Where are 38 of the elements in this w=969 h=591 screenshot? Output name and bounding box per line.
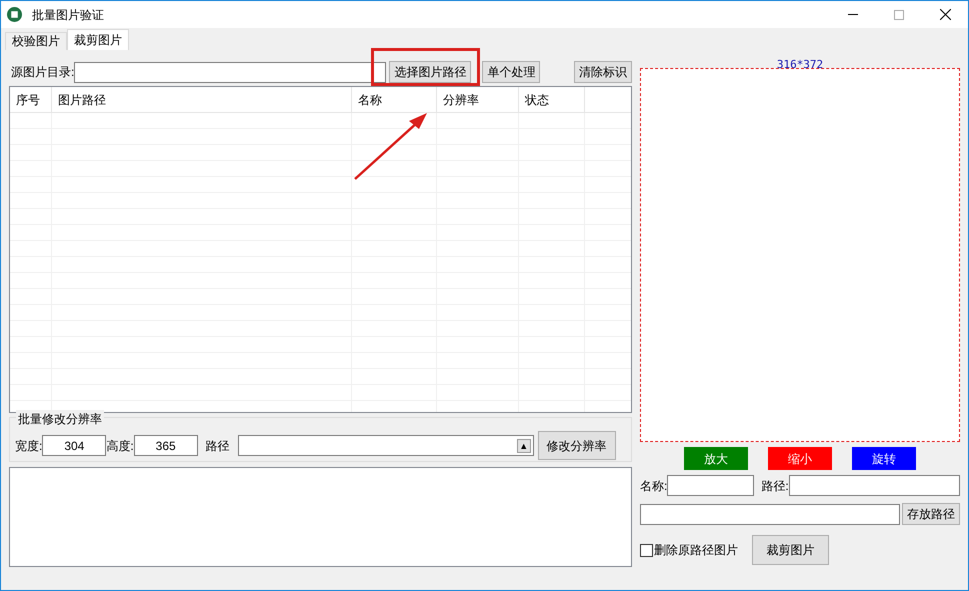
field-label: 宽度: xyxy=(15,438,42,454)
toolbar-button[interactable]: 单个处理 xyxy=(482,61,540,83)
path-field[interactable] xyxy=(788,475,960,496)
field-label: 高度: xyxy=(106,438,134,454)
field-label: 路径: xyxy=(761,478,789,494)
transform-button[interactable]: 放大 xyxy=(684,447,748,470)
toolbar-button[interactable]: 选择图片路径 xyxy=(389,61,472,83)
height-field[interactable]: 365 xyxy=(134,435,198,456)
tab[interactable]: 校验图片 xyxy=(5,32,67,50)
field-label: 名称: xyxy=(640,478,668,494)
column-header: 分辨率 xyxy=(437,87,519,112)
log-area[interactable] xyxy=(9,467,632,567)
resize-button[interactable]: 修改分辨率 xyxy=(538,431,616,460)
column-header: 状态 xyxy=(519,87,585,112)
directory-field[interactable] xyxy=(74,62,386,82)
crop-button[interactable]: 裁剪图片 xyxy=(752,535,829,565)
app-icon xyxy=(7,7,22,22)
field-label: 源图片目录: xyxy=(11,64,74,81)
save-path-field[interactable] xyxy=(640,504,900,524)
name-field[interactable] xyxy=(667,475,754,496)
image-size: 316*372 xyxy=(776,59,824,71)
checkbox-label: 删除原路径图片 xyxy=(654,542,738,559)
width-field[interactable]: 304 xyxy=(42,435,106,456)
column-header: 图片路径 xyxy=(52,87,352,112)
checkbox[interactable] xyxy=(640,544,653,556)
browse-button[interactable]: ▲ xyxy=(516,438,531,452)
column-header: 序号 xyxy=(10,87,52,112)
toolbar-button[interactable]: 清除标识 xyxy=(574,61,632,83)
group-title: 批量修改分辨率 xyxy=(16,410,104,428)
close-icon xyxy=(940,9,950,20)
transform-button[interactable]: 旋转 xyxy=(852,447,916,470)
window-title: 批量图片验证 xyxy=(32,6,104,24)
path-field[interactable]: ▲ xyxy=(238,435,534,456)
tab[interactable]: 裁剪图片 xyxy=(67,29,129,50)
field-label: 路径 xyxy=(206,438,230,454)
column-header: 名称 xyxy=(352,87,437,112)
save-path-button[interactable]: 存放路径 xyxy=(902,503,960,525)
transform-button[interactable]: 缩小 xyxy=(768,447,832,470)
